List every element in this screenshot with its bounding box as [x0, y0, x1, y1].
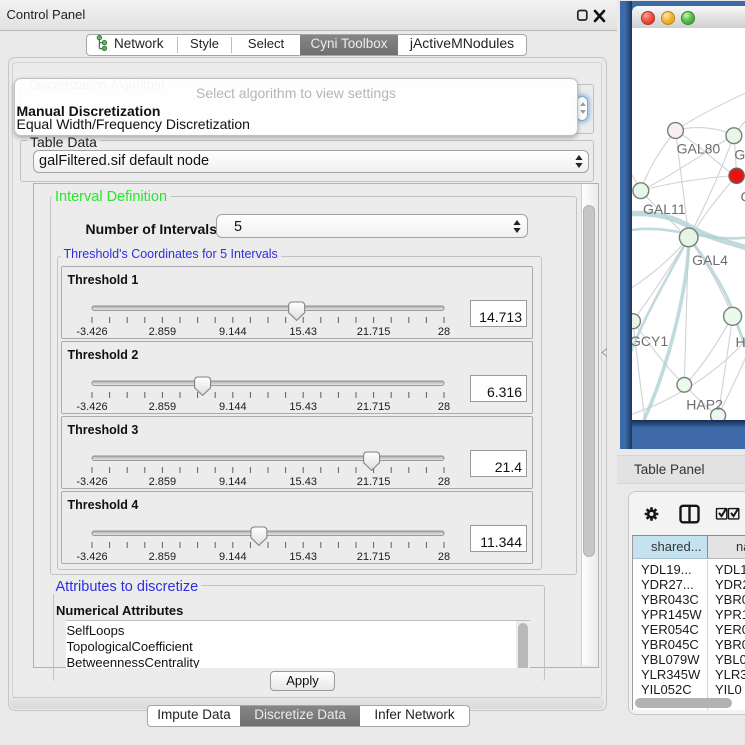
svg-text:2.859: 2.859	[149, 551, 177, 563]
svg-text:-3.426: -3.426	[76, 476, 107, 488]
svg-text:GCY1: GCY1	[632, 333, 668, 349]
svg-text:28: 28	[438, 476, 450, 488]
svg-text:C: C	[741, 189, 745, 205]
svg-text:GA: GA	[734, 147, 745, 163]
svg-text:-3.426: -3.426	[76, 326, 107, 338]
svg-text:2.859: 2.859	[149, 326, 177, 338]
svg-text:9.144: 9.144	[219, 401, 247, 413]
svg-text:15.43: 15.43	[289, 326, 317, 338]
svg-text:9.144: 9.144	[219, 476, 247, 488]
svg-text:21.715: 21.715	[357, 401, 391, 413]
svg-text:9.144: 9.144	[219, 326, 247, 338]
svg-text:28: 28	[438, 326, 450, 338]
svg-text:HAP2: HAP2	[686, 396, 723, 412]
svg-text:9.144: 9.144	[219, 551, 247, 563]
svg-text:21.715: 21.715	[357, 551, 391, 563]
svg-text:21.715: 21.715	[357, 476, 391, 488]
svg-text:15.43: 15.43	[289, 401, 317, 413]
svg-text:2.859: 2.859	[149, 401, 177, 413]
svg-text:28: 28	[438, 551, 450, 563]
svg-text:15.43: 15.43	[289, 551, 317, 563]
svg-text:2.859: 2.859	[149, 476, 177, 488]
svg-text:-3.426: -3.426	[76, 401, 107, 413]
svg-text:15.43: 15.43	[289, 476, 317, 488]
svg-text:21.715: 21.715	[357, 326, 391, 338]
svg-text:GAL11: GAL11	[643, 201, 686, 217]
svg-text:GAL80: GAL80	[677, 140, 721, 156]
svg-text:GAL4: GAL4	[692, 252, 728, 268]
svg-text:H: H	[736, 334, 745, 350]
svg-text:28: 28	[438, 401, 450, 413]
svg-text:-3.426: -3.426	[76, 551, 107, 563]
